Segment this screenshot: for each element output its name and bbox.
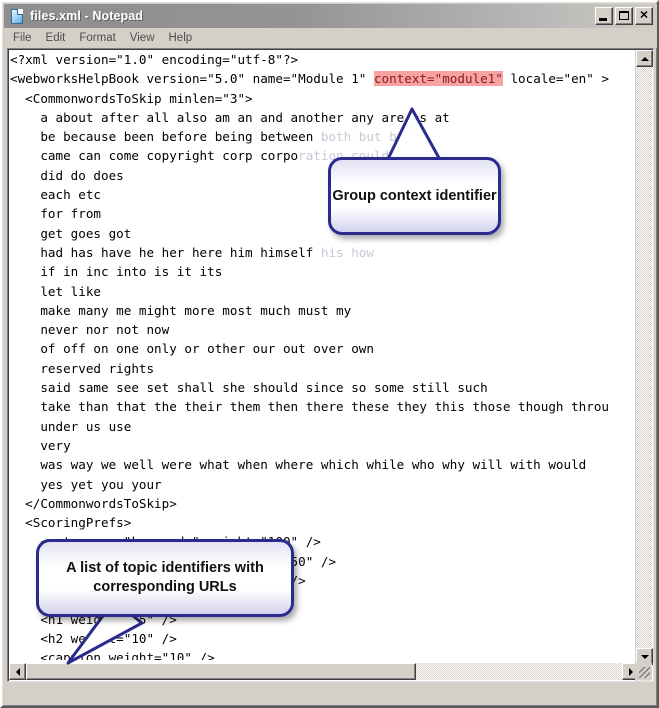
code-line: <CommonwordsToSkip minlen="3"> — [10, 90, 253, 106]
code-line: under us use — [10, 418, 132, 434]
code-line: <?xml version="1.0" encoding="utf-8"?> — [10, 52, 299, 67]
chevron-up-icon — [640, 56, 649, 61]
code-line: did do does — [10, 167, 124, 183]
callout-group-context-identifier: Group context identifier — [328, 157, 501, 235]
chevron-right-icon — [628, 667, 633, 676]
code-line: had has have he her here him himself his… — [10, 244, 374, 260]
menu-bar: File Edit Format View Help — [4, 28, 657, 48]
resize-grip[interactable] — [635, 663, 652, 680]
code-line: yes yet you your — [10, 476, 162, 492]
scroll-left-button[interactable] — [9, 663, 26, 680]
callout-context-label: Group context identifier — [332, 187, 497, 204]
code-line: each etc — [10, 187, 101, 203]
text-editor-client: <?xml version="1.0" encoding="utf-8"?> <w… — [7, 48, 654, 682]
callout-topicmap-label: A list of topic identifiers with corresp… — [66, 560, 264, 595]
code-line: <webworksHelpBook version="5.0" name="Mo… — [10, 71, 610, 87]
code-line: make many me might more most much must m… — [10, 302, 352, 318]
menu-item-edit[interactable]: Edit — [39, 30, 73, 46]
code-line: never nor not now — [10, 322, 170, 338]
code-line: </CommonwordsToSkip> — [10, 495, 177, 511]
callout-topic-identifiers: A list of topic identifiers with corresp… — [36, 539, 294, 617]
code-line: for from — [10, 206, 101, 222]
code-line: very — [10, 437, 71, 453]
close-button[interactable]: ✕ — [635, 7, 653, 25]
vertical-scrollbar[interactable] — [635, 50, 653, 681]
notepad-window: files.xml - Notepad ✕ File Edit Format V… — [0, 0, 659, 708]
code-line: a about after all also am an and another… — [10, 109, 450, 125]
close-icon: ✕ — [639, 9, 649, 22]
menu-item-view[interactable]: View — [123, 30, 162, 46]
window-buttons: ✕ — [595, 7, 653, 25]
code-line: of off on one only or other our out over… — [10, 341, 374, 357]
chevron-left-icon — [15, 667, 20, 676]
code-line: be because been before being between bot… — [10, 129, 405, 145]
code-line: take than that the their them then there… — [10, 399, 609, 415]
code-line: reserved rights — [10, 360, 155, 376]
menu-item-help[interactable]: Help — [162, 30, 200, 46]
code-line: let like — [10, 283, 101, 299]
maximize-button[interactable] — [615, 7, 633, 25]
code-line: said same see set shall she should since… — [10, 380, 488, 396]
minimize-button[interactable] — [595, 7, 613, 25]
highlighted-attribute: context="module1" — [373, 71, 503, 87]
scroll-up-button[interactable] — [636, 50, 653, 67]
code-line: if in inc into is it its — [10, 264, 223, 280]
xml-file-icon — [9, 8, 26, 25]
menu-item-file[interactable]: File — [6, 30, 39, 46]
chevron-down-icon — [640, 654, 649, 659]
code-line: get goes got — [10, 225, 132, 241]
code-line: was way we well were what when where whi… — [10, 457, 587, 473]
menu-item-format[interactable]: Format — [72, 30, 122, 46]
window-title: files.xml - Notepad — [30, 9, 144, 23]
code-line: came can come copyright corp corporation… — [10, 148, 390, 164]
code-line: <ScoringPrefs> — [10, 515, 132, 531]
title-bar[interactable]: files.xml - Notepad ✕ — [4, 4, 657, 28]
